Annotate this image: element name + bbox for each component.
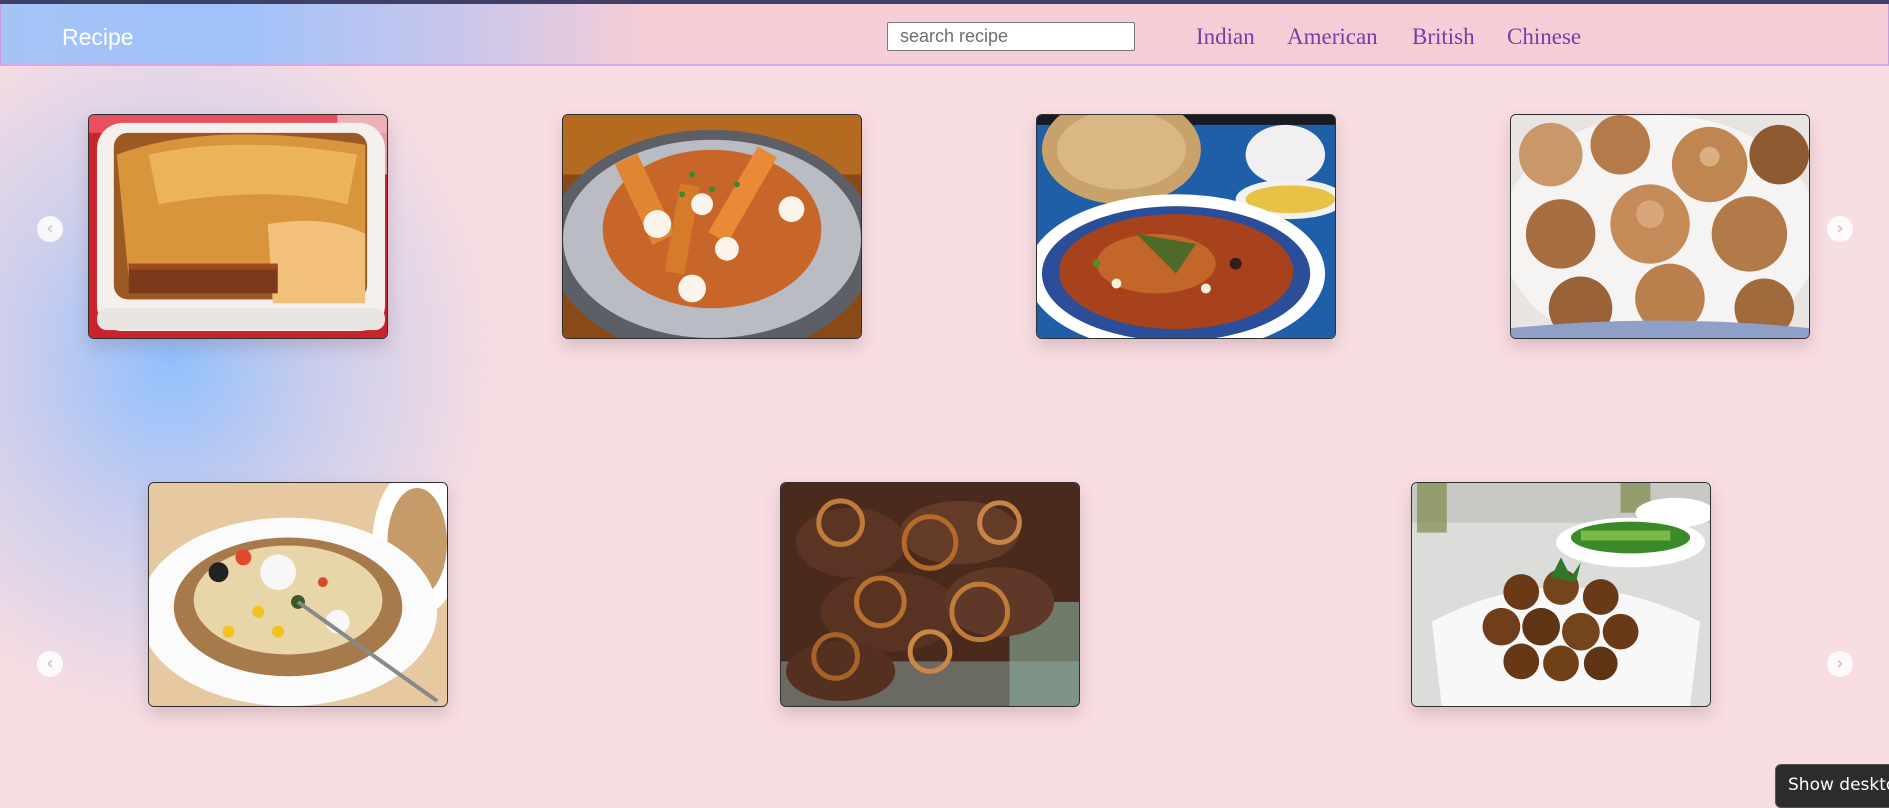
navbar: Recipe Indian American British Chinese <box>0 4 1889 66</box>
brand-logo[interactable]: Recipe <box>62 24 134 51</box>
search-input[interactable] <box>887 22 1135 51</box>
recipe-card-falafel[interactable] <box>1411 482 1711 707</box>
vegetable-stew-photo <box>1037 115 1335 338</box>
stuffed-baked-potato-photo <box>149 483 447 706</box>
chevron-left-icon: ‹ <box>46 218 54 239</box>
show-desktop-tooltip: Show desktop <box>1775 764 1889 808</box>
recipe-card-poutine[interactable] <box>562 114 862 339</box>
chevron-left-icon: ‹ <box>46 653 54 674</box>
carousel-2-next-button[interactable]: › <box>1827 651 1853 677</box>
falafel-photo <box>1412 483 1710 706</box>
nav-link-chinese[interactable]: Chinese <box>1507 24 1581 50</box>
lasagna-photo <box>89 115 387 338</box>
recipe-card-vegetable-stew[interactable] <box>1036 114 1336 339</box>
carousel-2-prev-button[interactable]: ‹ <box>37 651 63 677</box>
beef-and-onions-photo <box>781 483 1079 706</box>
nav-link-indian[interactable]: Indian <box>1196 24 1255 50</box>
recipe-card-beef-onions[interactable] <box>780 482 1080 707</box>
nav-link-american[interactable]: American <box>1287 24 1378 50</box>
carousel-1-prev-button[interactable]: ‹ <box>37 216 63 242</box>
nav-link-british[interactable]: British <box>1412 24 1475 50</box>
sugar-donuts-photo <box>1511 115 1809 338</box>
recipe-card-lasagna[interactable] <box>88 114 388 339</box>
chevron-right-icon: › <box>1836 653 1844 674</box>
recipe-card-stuffed-potato[interactable] <box>148 482 448 707</box>
poutine-photo <box>563 115 861 338</box>
recipe-card-sugar-donuts[interactable] <box>1510 114 1810 339</box>
chevron-right-icon: › <box>1836 218 1844 239</box>
carousel-1-next-button[interactable]: › <box>1827 216 1853 242</box>
